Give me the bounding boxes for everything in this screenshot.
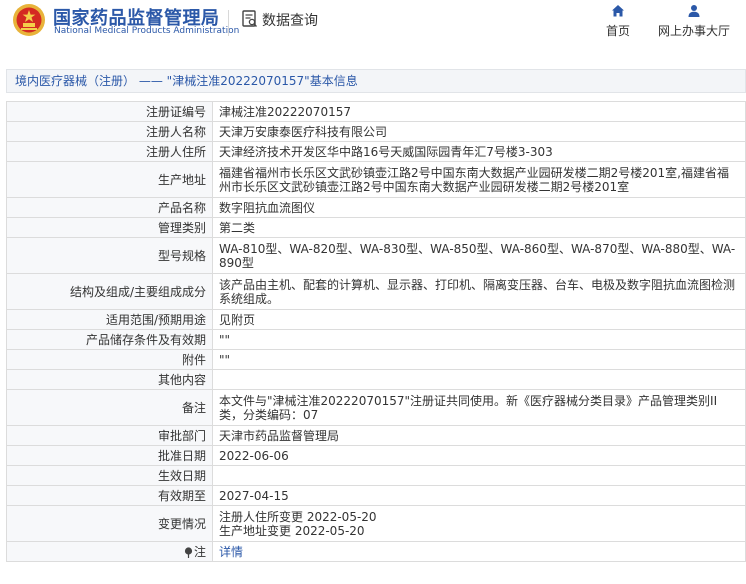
field-label: 注册人名称: [6, 121, 213, 142]
brand-subtitle: National Medical Products Administration: [54, 26, 240, 36]
field-label: 适用范围/预期用途: [6, 309, 213, 330]
table-row: 变更情况 注册人住所变更 2022-05-20 生产地址变更 2022-05-2…: [6, 505, 746, 542]
field-value: 福建省福州市长乐区文武砂镇壶江路2号中国东南大数据产业园研发楼二期2号楼201室…: [212, 161, 746, 198]
field-value: 2022-06-06: [212, 445, 746, 466]
note-label: 注: [193, 545, 206, 559]
field-label: 结构及组成/主要组成成分: [6, 273, 213, 310]
field-value: [212, 465, 746, 486]
field-value: 见附页: [212, 309, 746, 330]
nav-online-office[interactable]: 网上办事大厅: [652, 4, 736, 39]
table-row: 其他内容: [6, 369, 746, 390]
breadcrumb-current: "津械注准20222070157"基本信息: [166, 74, 358, 88]
table-row: 产品名称 数字阻抗血流图仪: [6, 197, 746, 218]
table-row: 生效日期: [6, 465, 746, 486]
field-label: 生效日期: [6, 465, 213, 486]
page-section-title: 数据查询: [262, 13, 318, 29]
nav-home-label: 首页: [605, 24, 630, 38]
field-label: 审批部门: [6, 425, 213, 446]
breadcrumb-separator: ——: [138, 74, 163, 88]
field-label-note: 注: [6, 541, 213, 562]
table-row: 注 详情: [6, 541, 746, 562]
table-row: 注册证编号 津械注准20222070157: [6, 101, 746, 122]
data-query-icon: [242, 10, 257, 27]
change-record: 注册人住所变更 2022-05-20: [219, 509, 377, 524]
field-label: 产品名称: [6, 197, 213, 218]
table-row: 注册人住所 天津经济技术开发区华中路16号天威国际园青年汇7号楼3-303: [6, 141, 746, 162]
details-link[interactable]: 详情: [212, 541, 746, 562]
field-value: 天津经济技术开发区华中路16号天威国际园青年汇7号楼3-303: [212, 141, 746, 162]
field-value: WA-810型、WA-820型、WA-830型、WA-850型、WA-860型、…: [212, 237, 746, 274]
field-value: "": [212, 329, 746, 350]
table-row: 结构及组成/主要组成成分 该产品由主机、配套的计算机、显示器、打印机、隔离变压器…: [6, 273, 746, 310]
breadcrumb: 境内医疗器械（注册） —— "津械注准20222070157"基本信息: [6, 69, 746, 93]
field-label: 注册人住所: [6, 141, 213, 162]
field-label: 产品储存条件及有效期: [6, 329, 213, 350]
field-label: 其他内容: [6, 369, 213, 390]
field-value: 2027-04-15: [212, 485, 746, 506]
field-value: 注册人住所变更 2022-05-20 生产地址变更 2022-05-20: [212, 505, 746, 542]
field-label: 注册证编号: [6, 101, 213, 122]
table-row: 备注 本文件与"津械注准20222070157"注册证共同使用。新《医疗器械分类…: [6, 389, 746, 426]
field-value: 津械注准20222070157: [212, 101, 746, 122]
table-row: 审批部门 天津市药品监督管理局: [6, 425, 746, 446]
table-row: 批准日期 2022-06-06: [6, 445, 746, 466]
header-divider: [228, 10, 229, 36]
detail-table: 注册证编号 津械注准20222070157 注册人名称 天津万安康泰医疗科技有限…: [6, 101, 746, 562]
table-row: 型号规格 WA-810型、WA-820型、WA-830型、WA-850型、WA-…: [6, 237, 746, 274]
nav-home[interactable]: 首页: [600, 4, 636, 39]
table-row: 附件 "": [6, 349, 746, 370]
pin-icon: [184, 547, 193, 558]
field-value: 数字阻抗血流图仪: [212, 197, 746, 218]
field-label: 生产地址: [6, 161, 213, 198]
table-row: 适用范围/预期用途 见附页: [6, 309, 746, 330]
table-row: 管理类别 第二类: [6, 217, 746, 238]
breadcrumb-section[interactable]: 境内医疗器械（注册）: [15, 74, 135, 88]
field-value: 第二类: [212, 217, 746, 238]
national-emblem-icon: [13, 4, 45, 36]
field-value: "": [212, 349, 746, 370]
field-label: 管理类别: [6, 217, 213, 238]
table-row: 有效期至 2027-04-15: [6, 485, 746, 506]
field-label: 有效期至: [6, 485, 213, 506]
field-label: 变更情况: [6, 505, 213, 542]
field-value: 天津市药品监督管理局: [212, 425, 746, 446]
field-label: 型号规格: [6, 237, 213, 274]
field-label: 附件: [6, 349, 213, 370]
field-value: 本文件与"津械注准20222070157"注册证共同使用。新《医疗器械分类目录》…: [212, 389, 746, 426]
nav-office-label: 网上办事大厅: [657, 24, 730, 38]
table-row: 产品储存条件及有效期 "": [6, 329, 746, 350]
field-value: [212, 369, 746, 390]
field-label: 批准日期: [6, 445, 213, 466]
user-icon: [688, 5, 700, 17]
change-record: 生产地址变更 2022-05-20: [219, 523, 365, 538]
home-icon: [612, 5, 624, 17]
field-value: 天津万安康泰医疗科技有限公司: [212, 121, 746, 142]
table-row: 生产地址 福建省福州市长乐区文武砂镇壶江路2号中国东南大数据产业园研发楼二期2号…: [6, 161, 746, 198]
table-row: 注册人名称 天津万安康泰医疗科技有限公司: [6, 121, 746, 142]
site-header: 国家药品监督管理局 National Medical Products Admi…: [0, 0, 746, 48]
field-value: 该产品由主机、配套的计算机、显示器、打印机、隔离变压器、台车、电极及数字阻抗血流…: [212, 273, 746, 310]
field-label: 备注: [6, 389, 213, 426]
